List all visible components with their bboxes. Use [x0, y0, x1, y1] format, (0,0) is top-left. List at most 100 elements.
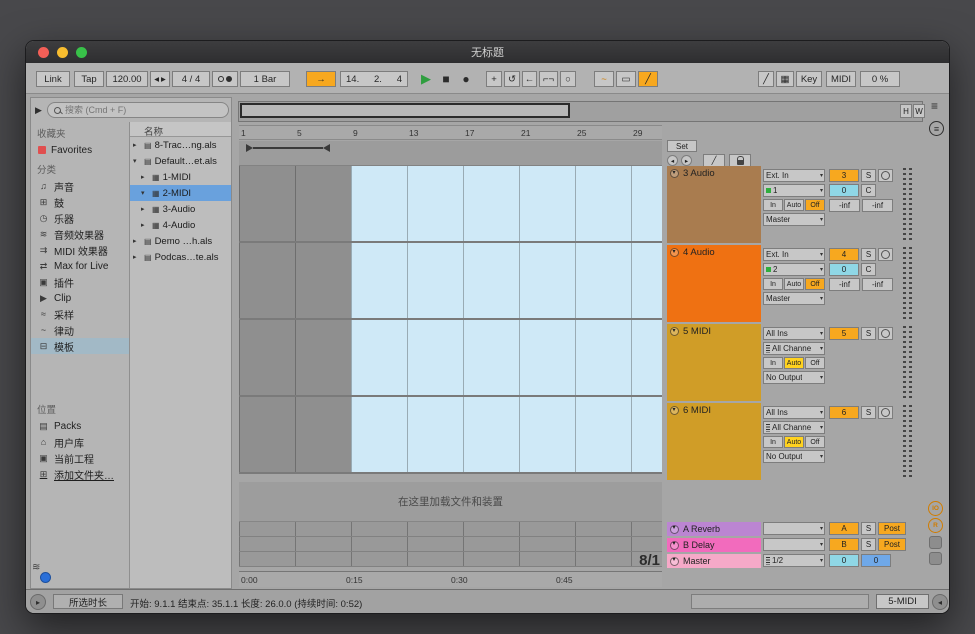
return-lane-a[interactable]	[239, 522, 662, 537]
output-select[interactable]: No Output	[763, 371, 825, 384]
titlebar[interactable]: 无标题	[26, 41, 949, 63]
io-toggle-button[interactable]: IO	[928, 501, 943, 516]
sidebar-item-favorites[interactable]: Favorites	[31, 142, 129, 158]
prev-locator-button[interactable]: ◂	[667, 155, 678, 166]
set-locator-button[interactable]: Set	[667, 140, 697, 152]
new-scene-button[interactable]: +	[486, 71, 502, 87]
input-type-select[interactable]: All Ins	[763, 406, 825, 419]
sidebar-item-grooves[interactable]: ~律动	[31, 322, 129, 338]
tree-arrow-icon[interactable]: ▾	[141, 189, 149, 197]
track-lane-5-midi[interactable]	[239, 320, 662, 397]
tree-arrow-icon[interactable]: ▸	[141, 221, 149, 229]
computer-midi-keyboard-icon[interactable]: ▦	[776, 71, 794, 87]
drop-zone[interactable]: 在这里加载文件和装置	[239, 482, 662, 522]
show-info-button[interactable]: ▸	[30, 594, 46, 610]
unfold-track-icon[interactable]	[670, 541, 679, 550]
arm-button[interactable]	[878, 327, 893, 340]
sidebar-item-samples[interactable]: ≈采样	[31, 306, 129, 322]
return-lane-b[interactable]	[239, 537, 662, 552]
sidebar-item-instruments[interactable]: ◷乐器	[31, 210, 129, 226]
sidebar-item-plugins[interactable]: ▣插件	[31, 274, 129, 290]
track-number-badge[interactable]: 3	[829, 169, 859, 182]
sidebar-item-user-library[interactable]: ⌂用户库	[31, 434, 129, 450]
unfold-track-icon[interactable]	[670, 557, 679, 566]
draw-mode-button[interactable]: ▭	[616, 71, 636, 87]
unfold-track-icon[interactable]	[670, 525, 679, 534]
input-channel-select[interactable]: All Channe	[763, 421, 825, 434]
pencil-icon[interactable]: ╱	[758, 71, 774, 87]
file-item-selected[interactable]: ▾▦2-MIDI	[130, 185, 231, 201]
return-name[interactable]: A Reverb	[683, 524, 720, 534]
sidebar-item-max-for-live[interactable]: ⇄Max for Live	[31, 258, 129, 274]
solo-button[interactable]: S	[861, 169, 876, 182]
sidebar-item-templates[interactable]: ⊟模板	[31, 338, 129, 354]
track-header[interactable]: 4 Audio	[667, 245, 761, 322]
sidebar-item-add-folder[interactable]: ⊞添加文件夹…	[31, 466, 129, 482]
volume-field[interactable]: 0	[829, 263, 859, 276]
search-input[interactable]	[65, 105, 222, 115]
file-item[interactable]: ▾▤Default…et.als	[130, 153, 231, 169]
arm-button[interactable]	[878, 406, 893, 419]
midi-map-button[interactable]: MIDI	[826, 71, 856, 87]
monitor-in-button[interactable]: In	[763, 199, 783, 211]
unfold-track-icon[interactable]	[670, 327, 679, 336]
return-name[interactable]: B Delay	[683, 540, 715, 550]
output-select[interactable]: Master	[763, 292, 825, 305]
sidebar-item-sounds[interactable]: ♫声音	[31, 178, 129, 194]
arm-button[interactable]	[878, 169, 893, 182]
help-icon[interactable]	[40, 572, 51, 583]
punch-buttons[interactable]: ⌐¬	[539, 71, 558, 87]
unfold-track-icon[interactable]	[670, 248, 679, 257]
input-channel-select[interactable]: 1	[763, 184, 825, 197]
sidebar-item-packs[interactable]: ▤Packs	[31, 418, 129, 434]
track-header[interactable]: 3 Audio	[667, 166, 761, 243]
post-button[interactable]: Post	[878, 538, 906, 551]
loop-button[interactable]: ○	[560, 71, 576, 87]
groove-pool-icon[interactable]: ≋	[32, 562, 40, 573]
arrangement-overview[interactable]: H W	[238, 101, 923, 122]
pan-field[interactable]: C	[861, 184, 876, 197]
file-item[interactable]: ▸▤Podcas…te.als	[130, 249, 231, 265]
input-channel-select[interactable]: All Channe	[763, 342, 825, 355]
input-type-select[interactable]: All Ins	[763, 327, 825, 340]
minimize-button[interactable]	[57, 47, 68, 58]
nudge-down-icon[interactable]: ◂	[154, 74, 159, 85]
input-type-select[interactable]: Ext. In	[763, 169, 825, 182]
track-name[interactable]: 4 Audio	[683, 247, 715, 258]
output-select[interactable]: No Output	[763, 450, 825, 463]
mixer-toggle-button[interactable]	[929, 536, 942, 549]
tree-arrow-icon[interactable]: ▸	[133, 237, 141, 245]
master-header[interactable]: Master	[667, 554, 761, 568]
monitor-off-button[interactable]: Off	[805, 357, 825, 369]
track-number-badge[interactable]: 4	[829, 248, 859, 261]
solo-button[interactable]: S	[861, 522, 876, 535]
return-header[interactable]: B Delay	[667, 538, 761, 552]
monitor-auto-button[interactable]: Auto	[784, 278, 804, 290]
input-type-select[interactable]: Ext. In	[763, 248, 825, 261]
track-name[interactable]: 3 Audio	[683, 168, 715, 179]
returns-toggle-button[interactable]: R	[928, 518, 943, 533]
sidebar-item-drums[interactable]: ⊞鼓	[31, 194, 129, 210]
input-channel-select[interactable]: 2	[763, 263, 825, 276]
return-badge[interactable]: A	[829, 522, 859, 535]
loop-start-marker[interactable]	[246, 144, 253, 152]
cue-output-select[interactable]: 1/2	[763, 554, 825, 567]
track-header[interactable]: 6 MIDI	[667, 403, 761, 480]
monitor-in-button[interactable]: In	[763, 436, 783, 448]
arm-button[interactable]	[878, 248, 893, 261]
sidebar-item-midi-effects[interactable]: ⇉MIDI 效果器	[31, 242, 129, 258]
bar-ruler[interactable]: 1 5 9 13 17 21 25 29	[239, 125, 662, 140]
cpu-meter[interactable]: 0 %	[860, 71, 900, 87]
loop-brace[interactable]	[253, 147, 323, 149]
monitor-auto-button[interactable]: Auto	[784, 199, 804, 211]
nudge-up-icon[interactable]: ▸	[161, 74, 166, 85]
master-name[interactable]: Master	[683, 556, 711, 566]
track-lane-4-audio[interactable]	[239, 243, 662, 320]
quantize-menu[interactable]: 1 Bar	[240, 71, 290, 87]
link-button[interactable]: Link	[36, 71, 70, 87]
track-number-badge[interactable]: 5	[829, 327, 859, 340]
monitor-off-button[interactable]: Off	[805, 278, 825, 290]
time-ruler[interactable]: 0:00 0:15 0:30 0:45	[239, 571, 662, 587]
file-item[interactable]: ▸▤8-Trac…ng.als	[130, 137, 231, 153]
monitor-off-button[interactable]: Off	[805, 436, 825, 448]
